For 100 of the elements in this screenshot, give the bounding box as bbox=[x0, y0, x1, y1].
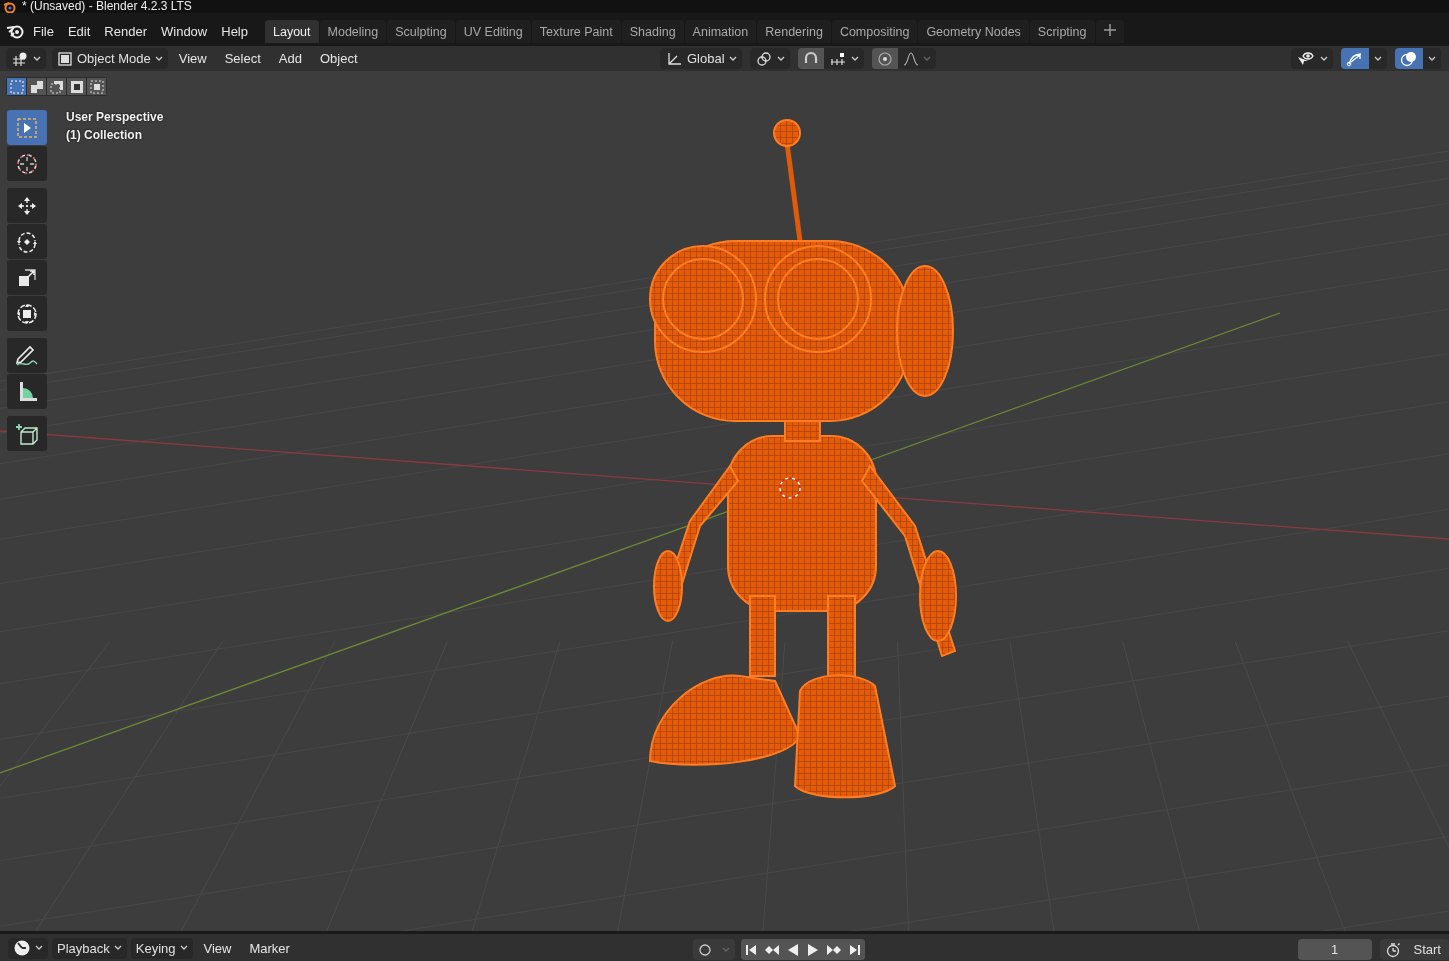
workspace-tab[interactable]: Shading bbox=[621, 20, 684, 43]
tool-button[interactable] bbox=[7, 416, 47, 451]
snap-toggle[interactable] bbox=[797, 48, 824, 69]
workspace-tab[interactable]: Layout bbox=[265, 20, 319, 43]
collection-label: (1) Collection bbox=[66, 128, 142, 142]
editor-type-button[interactable] bbox=[8, 937, 48, 959]
tool-button[interactable] bbox=[7, 224, 47, 259]
window-title: * (Unsaved) - Blender 4.2.3 LTS bbox=[22, 0, 192, 13]
workspace-tab[interactable]: Geometry Nodes bbox=[918, 20, 1029, 43]
start-frame-field[interactable]: Start bbox=[1405, 939, 1449, 960]
dot-circle-icon bbox=[876, 50, 893, 67]
play-reverse-icon bbox=[786, 942, 800, 957]
overlays-toggle[interactable] bbox=[1395, 48, 1423, 69]
pivot-dropdown[interactable] bbox=[749, 48, 790, 69]
tool-button[interactable] bbox=[7, 296, 47, 331]
falloff-dropdown[interactable] bbox=[897, 48, 936, 69]
workspace-tab[interactable]: Scripting bbox=[1029, 20, 1095, 43]
record-icon bbox=[698, 942, 712, 957]
tool-button[interactable] bbox=[7, 188, 47, 223]
blender-logo-icon bbox=[3, 0, 16, 13]
tool-button[interactable] bbox=[7, 260, 47, 295]
menu-item[interactable]: Select bbox=[217, 48, 268, 69]
scale-icon bbox=[16, 266, 38, 289]
workspace-tab[interactable]: UV Editing bbox=[455, 20, 531, 43]
view-name: User Perspective bbox=[66, 110, 164, 124]
selection-mode-button[interactable] bbox=[67, 78, 86, 95]
caret-icon bbox=[1320, 55, 1328, 62]
gizmo-icon bbox=[1346, 50, 1364, 67]
axes-icon bbox=[665, 50, 683, 67]
editor-type-button[interactable] bbox=[6, 48, 46, 69]
pencil-icon bbox=[14, 343, 40, 368]
caret-icon bbox=[154, 55, 163, 62]
caret-icon bbox=[728, 55, 737, 62]
3d-cursor-icon bbox=[779, 477, 801, 499]
proportional-toggle[interactable] bbox=[871, 48, 898, 69]
auto-keying-button[interactable] bbox=[1379, 939, 1406, 960]
selection-mode-icon bbox=[8, 78, 25, 95]
selection-mode-icon bbox=[48, 78, 65, 95]
transform-icon bbox=[15, 301, 39, 326]
stopwatch-icon bbox=[1384, 941, 1401, 958]
overlays-dropdown[interactable] bbox=[1423, 48, 1441, 69]
caret-icon bbox=[722, 946, 730, 953]
gizmo-toggle[interactable] bbox=[1341, 48, 1369, 69]
eye-pointer-icon bbox=[1296, 50, 1316, 67]
mode-dropdown[interactable]: Object Mode bbox=[52, 48, 168, 69]
workspace-tab[interactable]: Modeling bbox=[319, 20, 387, 43]
menu-item[interactable]: Help bbox=[214, 20, 255, 42]
record-button[interactable] bbox=[693, 939, 717, 960]
menu-item[interactable]: Edit bbox=[60, 20, 98, 42]
caret-icon bbox=[922, 55, 931, 62]
menu-item[interactable]: Marker bbox=[242, 937, 297, 959]
tool-button[interactable] bbox=[7, 338, 47, 373]
tool-button[interactable] bbox=[7, 374, 47, 409]
workspace-tab[interactable]: Texture Paint bbox=[531, 20, 621, 43]
prev-keyframe-icon bbox=[764, 942, 780, 957]
selection-mode-icon bbox=[68, 78, 85, 95]
menu-item[interactable]: Window bbox=[154, 20, 215, 42]
add-cube-icon bbox=[14, 421, 40, 446]
orientation-dropdown[interactable]: Global bbox=[660, 48, 742, 69]
menu-dropdown[interactable]: Playback bbox=[52, 937, 127, 959]
caret-icon bbox=[179, 945, 188, 951]
selection-mode-icon bbox=[88, 78, 105, 95]
caret-icon bbox=[1374, 55, 1382, 62]
next-keyframe-icon bbox=[826, 942, 842, 957]
menu-item[interactable]: Object bbox=[312, 48, 365, 69]
selection-mode-button[interactable] bbox=[87, 78, 106, 95]
workspace-tab[interactable]: Animation bbox=[684, 20, 757, 43]
robot-drawing[interactable] bbox=[649, 119, 957, 799]
selection-mode-icon bbox=[28, 78, 45, 95]
menu-item[interactable]: View bbox=[196, 937, 239, 959]
square-icon bbox=[57, 50, 73, 67]
caret-icon bbox=[776, 55, 785, 62]
play-icon bbox=[806, 942, 820, 957]
visibility-dropdown[interactable] bbox=[1291, 48, 1333, 69]
grid-sphere-icon bbox=[11, 50, 29, 67]
snap-target-dropdown[interactable] bbox=[823, 48, 864, 69]
menu-item[interactable]: View bbox=[171, 48, 214, 69]
menu-item[interactable]: Add bbox=[271, 48, 309, 69]
cursor-icon bbox=[15, 151, 39, 176]
caret-icon bbox=[850, 55, 859, 62]
snap-increment-icon bbox=[828, 50, 847, 67]
caret-icon bbox=[33, 55, 41, 62]
workspace-tab[interactable]: Rendering bbox=[757, 20, 831, 43]
clock-icon bbox=[13, 939, 31, 957]
selection-mode-button[interactable] bbox=[47, 78, 66, 95]
caret-icon bbox=[113, 945, 122, 951]
falloff-curve-icon bbox=[902, 50, 919, 67]
gizmo-dropdown[interactable] bbox=[1369, 48, 1387, 69]
selection-mode-button[interactable] bbox=[27, 78, 46, 95]
menu-item[interactable]: File bbox=[26, 20, 61, 42]
tool-button[interactable] bbox=[7, 146, 47, 181]
linked-circles-icon bbox=[754, 50, 773, 67]
frame-field[interactable]: 1 bbox=[1297, 939, 1372, 960]
rotate-icon bbox=[15, 229, 39, 254]
menu-dropdown[interactable]: Keying bbox=[130, 937, 193, 959]
workspace-tab[interactable]: Sculpting bbox=[387, 20, 455, 43]
add-tab-icon[interactable] bbox=[1102, 23, 1117, 37]
workspace-tab[interactable]: Compositing bbox=[831, 20, 918, 43]
menu-item[interactable]: Render bbox=[97, 20, 154, 42]
select-box-icon bbox=[16, 116, 38, 139]
